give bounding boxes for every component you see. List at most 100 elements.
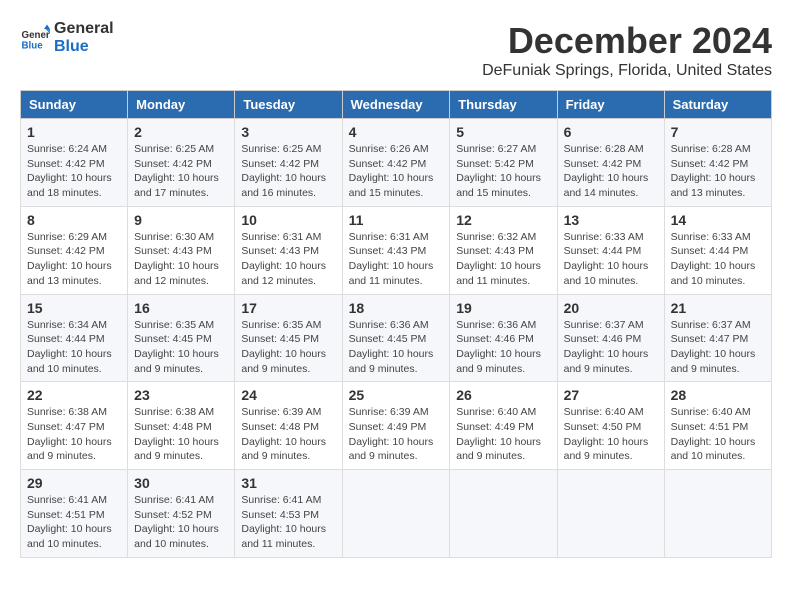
day-number: 20 (564, 300, 658, 316)
day-cell-10: 10Sunrise: 6:31 AMSunset: 4:43 PMDayligh… (235, 206, 342, 294)
page-header: General Blue General Blue December 2024 … (20, 20, 772, 80)
day-header-saturday: Saturday (664, 91, 771, 119)
day-cell-14: 14 Sunrise: 6:33 AMSunset: 4:44 PMDayligh… (664, 206, 771, 294)
logo-text-general: General (54, 20, 114, 38)
logo-icon: General Blue (20, 23, 50, 53)
day-header-wednesday: Wednesday (342, 91, 450, 119)
day-info: Sunrise: 6:40 AMSunset: 4:49 PMDaylight:… (456, 405, 550, 464)
day-cell-28: 28 Sunrise: 6:40 AMSunset: 4:51 PMDayligh… (664, 382, 771, 470)
day-cell-22: 22 Sunrise: 6:38 AMSunset: 4:47 PMDayligh… (21, 382, 128, 470)
day-header-sunday: Sunday (21, 91, 128, 119)
day-cell-8: 8 Sunrise: 6:29 AMSunset: 4:42 PMDaylight… (21, 206, 128, 294)
day-number: 12 (456, 212, 550, 228)
day-info: Sunrise: 6:24 AMSunset: 4:42 PMDaylight:… (27, 142, 121, 201)
day-info: Sunrise: 6:26 AMSunset: 4:42 PMDaylight:… (349, 142, 444, 201)
day-number: 25 (349, 387, 444, 403)
day-info: Sunrise: 6:38 AMSunset: 4:48 PMDaylight:… (134, 405, 228, 464)
title-section: December 2024 DeFuniak Springs, Florida,… (482, 20, 772, 80)
day-info: Sunrise: 6:30 AMSunset: 4:43 PMDaylight:… (134, 230, 228, 289)
logo: General Blue General Blue (20, 20, 114, 55)
day-number: 14 (671, 212, 765, 228)
day-number: 24 (241, 387, 335, 403)
day-number: 23 (134, 387, 228, 403)
day-info: Sunrise: 6:40 AMSunset: 4:51 PMDaylight:… (671, 405, 765, 464)
main-title: December 2024 (482, 20, 772, 62)
day-cell-3: 3 Sunrise: 6:25 AMSunset: 4:42 PMDaylight… (235, 119, 342, 207)
logo-text-blue: Blue (54, 38, 114, 56)
day-cell-4: 4Sunrise: 6:26 AMSunset: 4:42 PMDaylight… (342, 119, 450, 207)
day-cell-16: 16 Sunrise: 6:35 AMSunset: 4:45 PMDayligh… (128, 294, 235, 382)
calendar-week-3: 15 Sunrise: 6:34 AMSunset: 4:44 PMDayligh… (21, 294, 772, 382)
day-cell-5: 5 Sunrise: 6:27 AMSunset: 5:42 PMDaylight… (450, 119, 557, 207)
day-number: 22 (27, 387, 121, 403)
day-number: 1 (27, 124, 121, 140)
day-cell-18: 18Sunrise: 6:36 AMSunset: 4:45 PMDayligh… (342, 294, 450, 382)
day-number: 15 (27, 300, 121, 316)
day-info: Sunrise: 6:36 AMSunset: 4:46 PMDaylight:… (456, 318, 550, 377)
day-info: Sunrise: 6:40 AMSunset: 4:50 PMDaylight:… (564, 405, 658, 464)
day-header-thursday: Thursday (450, 91, 557, 119)
day-cell-15: 15 Sunrise: 6:34 AMSunset: 4:44 PMDayligh… (21, 294, 128, 382)
day-cell-13: 13 Sunrise: 6:33 AMSunset: 4:44 PMDayligh… (557, 206, 664, 294)
day-cell-12: 12 Sunrise: 6:32 AMSunset: 4:43 PMDayligh… (450, 206, 557, 294)
day-info: Sunrise: 6:31 AMSunset: 4:43 PMDaylight:… (349, 230, 444, 289)
day-cell-11: 11 Sunrise: 6:31 AMSunset: 4:43 PMDayligh… (342, 206, 450, 294)
day-number: 9 (134, 212, 228, 228)
day-number: 2 (134, 124, 228, 140)
day-cell-20: 20 Sunrise: 6:37 AMSunset: 4:46 PMDayligh… (557, 294, 664, 382)
day-cell-29: 29Sunrise: 6:41 AMSunset: 4:51 PMDayligh… (21, 470, 128, 558)
day-number: 31 (241, 475, 335, 491)
day-number: 11 (349, 212, 444, 228)
day-cell-2: 2 Sunrise: 6:25 AMSunset: 4:42 PMDaylight… (128, 119, 235, 207)
day-info: Sunrise: 6:32 AMSunset: 4:43 PMDaylight:… (456, 230, 550, 289)
day-number: 13 (564, 212, 658, 228)
day-info: Sunrise: 6:36 AMSunset: 4:45 PMDaylight:… (349, 318, 444, 377)
calendar-week-2: 8 Sunrise: 6:29 AMSunset: 4:42 PMDaylight… (21, 206, 772, 294)
svg-text:Blue: Blue (22, 40, 44, 51)
day-info: Sunrise: 6:39 AMSunset: 4:48 PMDaylight:… (241, 405, 335, 464)
day-number: 5 (456, 124, 550, 140)
day-info: Sunrise: 6:28 AMSunset: 4:42 PMDaylight:… (671, 142, 765, 201)
svg-text:General: General (22, 30, 51, 41)
day-info: Sunrise: 6:25 AMSunset: 4:42 PMDaylight:… (134, 142, 228, 201)
empty-cell (557, 470, 664, 558)
day-cell-1: 1 Sunrise: 6:24 AMSunset: 4:42 PMDaylight… (21, 119, 128, 207)
day-number: 3 (241, 124, 335, 140)
day-number: 21 (671, 300, 765, 316)
day-cell-6: 6Sunrise: 6:28 AMSunset: 4:42 PMDaylight… (557, 119, 664, 207)
day-cell-27: 27 Sunrise: 6:40 AMSunset: 4:50 PMDayligh… (557, 382, 664, 470)
day-info: Sunrise: 6:33 AMSunset: 4:44 PMDaylight:… (564, 230, 658, 289)
day-number: 10 (241, 212, 335, 228)
day-number: 16 (134, 300, 228, 316)
day-cell-19: 19Sunrise: 6:36 AMSunset: 4:46 PMDayligh… (450, 294, 557, 382)
day-info: Sunrise: 6:29 AMSunset: 4:42 PMDaylight:… (27, 230, 121, 289)
day-cell-21: 21 Sunrise: 6:37 AMSunset: 4:47 PMDayligh… (664, 294, 771, 382)
day-number: 27 (564, 387, 658, 403)
day-cell-31: 31Sunrise: 6:41 AMSunset: 4:53 PMDayligh… (235, 470, 342, 558)
empty-cell (664, 470, 771, 558)
day-info: Sunrise: 6:27 AMSunset: 5:42 PMDaylight:… (456, 142, 550, 201)
day-cell-23: 23 Sunrise: 6:38 AMSunset: 4:48 PMDayligh… (128, 382, 235, 470)
day-number: 26 (456, 387, 550, 403)
day-number: 29 (27, 475, 121, 491)
empty-cell (450, 470, 557, 558)
day-cell-24: 24 Sunrise: 6:39 AMSunset: 4:48 PMDayligh… (235, 382, 342, 470)
day-info: Sunrise: 6:34 AMSunset: 4:44 PMDaylight:… (27, 318, 121, 377)
day-cell-17: 17Sunrise: 6:35 AMSunset: 4:45 PMDayligh… (235, 294, 342, 382)
day-info: Sunrise: 6:25 AMSunset: 4:42 PMDaylight:… (241, 142, 335, 201)
day-info: Sunrise: 6:37 AMSunset: 4:47 PMDaylight:… (671, 318, 765, 377)
day-number: 30 (134, 475, 228, 491)
day-cell-25: 25Sunrise: 6:39 AMSunset: 4:49 PMDayligh… (342, 382, 450, 470)
day-info: Sunrise: 6:38 AMSunset: 4:47 PMDaylight:… (27, 405, 121, 464)
calendar-week-1: 1 Sunrise: 6:24 AMSunset: 4:42 PMDaylight… (21, 119, 772, 207)
calendar-week-4: 22 Sunrise: 6:38 AMSunset: 4:47 PMDayligh… (21, 382, 772, 470)
day-info: Sunrise: 6:33 AMSunset: 4:44 PMDaylight:… (671, 230, 765, 289)
day-header-tuesday: Tuesday (235, 91, 342, 119)
day-header-friday: Friday (557, 91, 664, 119)
day-info: Sunrise: 6:35 AMSunset: 4:45 PMDaylight:… (134, 318, 228, 377)
day-info: Sunrise: 6:35 AMSunset: 4:45 PMDaylight:… (241, 318, 335, 377)
day-number: 8 (27, 212, 121, 228)
day-info: Sunrise: 6:37 AMSunset: 4:46 PMDaylight:… (564, 318, 658, 377)
day-number: 28 (671, 387, 765, 403)
day-cell-9: 9 Sunrise: 6:30 AMSunset: 4:43 PMDaylight… (128, 206, 235, 294)
